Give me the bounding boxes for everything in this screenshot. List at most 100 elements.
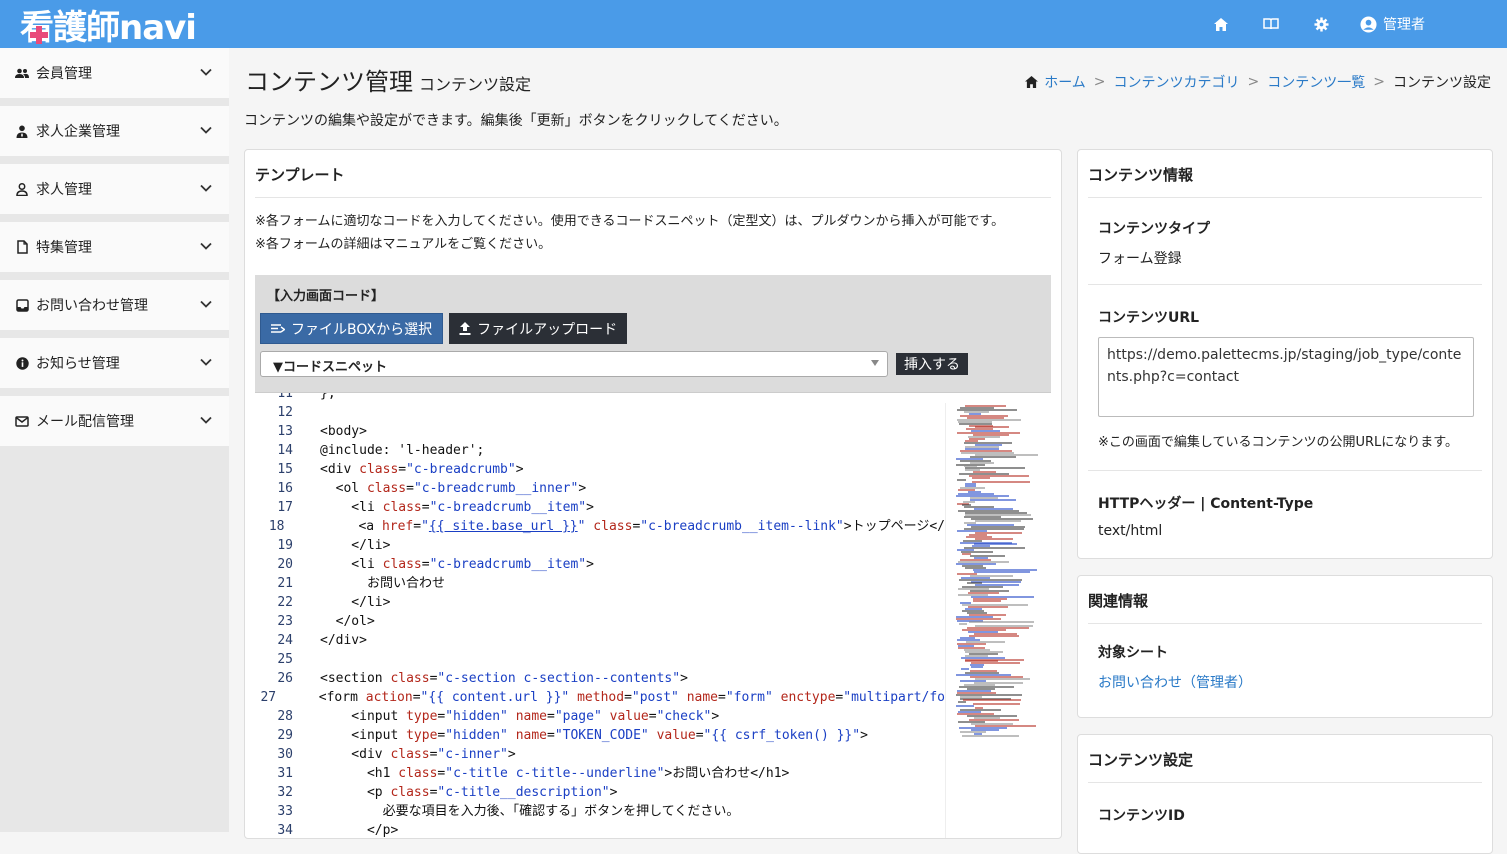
file-upload-button[interactable]: ファイルアップロード <box>449 313 628 344</box>
company-user-icon <box>14 123 30 139</box>
content-id-label: コンテンツID <box>1098 808 1185 824</box>
line-number: 31 <box>277 766 293 781</box>
line-number: 14 <box>277 443 293 458</box>
line-number: 17 <box>277 500 293 515</box>
upload-icon <box>459 322 471 335</box>
admin-menu[interactable]: 管理者 <box>1346 14 1507 34</box>
sidebar-item-label: 特集管理 <box>36 240 92 256</box>
code-line: 30 <div class="c-inner"> <box>255 745 945 764</box>
code-area[interactable]: 11}; 12 13 <body> 14 @include: 'l-header'; 15 <… <box>255 392 1051 838</box>
target-sheet-link[interactable]: お問い合わせ（管理者） <box>1098 672 1472 692</box>
line-code: <h1 class="c-title c-title--underline">お… <box>320 766 790 781</box>
breadcrumb-current: コンテンツ設定 <box>1393 75 1491 91</box>
content-url-field[interactable]: https://demo.palettecms.jp/staging/job_t… <box>1098 337 1474 417</box>
minimap-line <box>972 481 1030 484</box>
line-number: 28 <box>277 709 293 724</box>
code-line: 29 <input type="hidden" name="TOKEN_CODE… <box>255 726 945 745</box>
sidebar-item-news[interactable]: お知らせ管理 <box>0 338 229 388</box>
line-code: <p class="c-title__description"> <box>320 785 618 800</box>
users-icon <box>14 65 30 81</box>
breadcrumb-home[interactable]: ホーム <box>1044 72 1086 92</box>
breadcrumb-category[interactable]: コンテンツカテゴリ <box>1114 72 1240 92</box>
code-line: 28 <input type="hidden" name="page" valu… <box>255 707 945 726</box>
minimap-line <box>959 623 967 626</box>
line-number: 27 <box>260 690 277 705</box>
line-number: 13 <box>277 424 293 439</box>
insert-button[interactable]: 挿入する <box>896 353 968 375</box>
minimap-line <box>958 701 966 704</box>
line-code: 必要な項目を入力後、「確認する」ボタンを押してください。 <box>320 804 740 819</box>
line-code: <input type="hidden" name="TOKEN_CODE" v… <box>320 728 868 743</box>
line-code: <form action="{{ content.url }}" method=… <box>303 690 945 705</box>
line-code: <body> <box>320 424 367 439</box>
minimap-line <box>973 600 1001 602</box>
line-code: <ol class="c-breadcrumb__inner"> <box>320 481 587 496</box>
related-info-card: 関連情報 対象シート お問い合わせ（管理者） <box>1077 575 1493 718</box>
editor-title: 【入力画面コード】 <box>267 289 385 304</box>
sidebar-item-companies[interactable]: 求人企業管理 <box>0 106 229 156</box>
site-logo[interactable]: 看護師navi <box>20 4 197 48</box>
minimap-line <box>975 520 1021 523</box>
line-code: </ol> <box>320 614 375 629</box>
minimap-line <box>957 479 966 482</box>
sidebar-item-members[interactable]: 会員管理 <box>0 48 229 98</box>
page-subtitle: コンテンツ設定 <box>419 75 532 94</box>
sidebar-item-label: 求人管理 <box>36 182 92 198</box>
sidebar-item-mail[interactable]: メール配信管理 <box>0 396 229 446</box>
minimap-line <box>974 570 1030 573</box>
line-number: 26 <box>277 671 293 686</box>
line-number: 29 <box>277 728 293 743</box>
line-number: 12 <box>277 405 293 420</box>
code-snippet-select[interactable]: ▼コードスニペット <box>260 351 888 377</box>
code-line: 22 </li> <box>255 593 945 612</box>
chevron-down-icon <box>200 184 212 192</box>
http-header-value: text/html <box>1098 523 1163 539</box>
code-line: 25 <box>255 650 945 669</box>
minimap-line <box>970 498 1016 501</box>
code-minimap[interactable] <box>945 403 1038 838</box>
template-card: テンプレート ※各フォームに適切なコードを入力してください。使用できるコードスニ… <box>244 149 1062 839</box>
line-number: 33 <box>277 804 293 819</box>
minimap-line <box>973 703 1020 706</box>
minimap-line <box>960 730 986 733</box>
cross-icon <box>30 26 48 44</box>
line-code: </li> <box>320 538 391 553</box>
line-code: </li> <box>320 595 391 610</box>
content-settings-card: コンテンツ設定 コンテンツID <box>1077 734 1493 854</box>
code-line: 14 @include: 'l-header'; <box>255 441 945 460</box>
line-code: }; <box>320 392 336 401</box>
line-code: お問い合わせ <box>320 576 445 591</box>
document-icon <box>14 239 30 255</box>
template-note: ※各フォームに適切なコードを入力してください。使用できるコードスニペット（定型文… <box>255 214 1005 229</box>
minimap-line <box>969 621 1034 624</box>
line-number: 20 <box>277 557 293 572</box>
filebox-select-button[interactable]: ファイルBOXから選択 <box>260 313 444 344</box>
content-url-label: コンテンツURL <box>1098 310 1200 326</box>
content-type-value: フォーム登録 <box>1098 251 1182 267</box>
breadcrumb: ホーム > コンテンツカテゴリ > コンテンツ一覧 > コンテンツ設定 <box>1025 72 1491 92</box>
chevron-down-icon <box>200 358 212 366</box>
sidebar-item-jobs[interactable]: 求人管理 <box>0 164 229 214</box>
sidebar-item-label: お知らせ管理 <box>36 356 120 372</box>
line-code: <li class="c-breadcrumb__item"> <box>320 500 594 515</box>
line-code: <section class="c-section c-section--con… <box>320 671 688 686</box>
code-line: 11}; <box>255 392 945 403</box>
code-line: 20 <li class="c-breadcrumb__item"> <box>255 555 945 574</box>
sidebar-item-label: 会員管理 <box>36 66 92 82</box>
http-header-label: HTTPヘッダー | Content-Type <box>1098 496 1314 512</box>
breadcrumb-list[interactable]: コンテンツ一覧 <box>1267 72 1365 92</box>
gear-icon[interactable] <box>1296 0 1346 48</box>
home-icon[interactable] <box>1196 0 1246 48</box>
sidebar-item-features[interactable]: 特集管理 <box>0 222 229 272</box>
line-code: <a href="{{ site.base_url }}" class="c-b… <box>311 519 945 534</box>
caret-down-icon <box>871 360 879 366</box>
code-line: 26 <section class="c-section c-section--c… <box>255 669 945 688</box>
code-line: 15 <div class="c-breadcrumb"> <box>255 460 945 479</box>
book-icon[interactable] <box>1246 0 1296 48</box>
line-number: 32 <box>277 785 293 800</box>
page-title: コンテンツ管理 コンテンツ設定 <box>245 62 531 97</box>
code-line: 17 <li class="c-breadcrumb__item"> <box>255 498 945 517</box>
sidebar-item-inquiries[interactable]: お問い合わせ管理 <box>0 280 229 330</box>
